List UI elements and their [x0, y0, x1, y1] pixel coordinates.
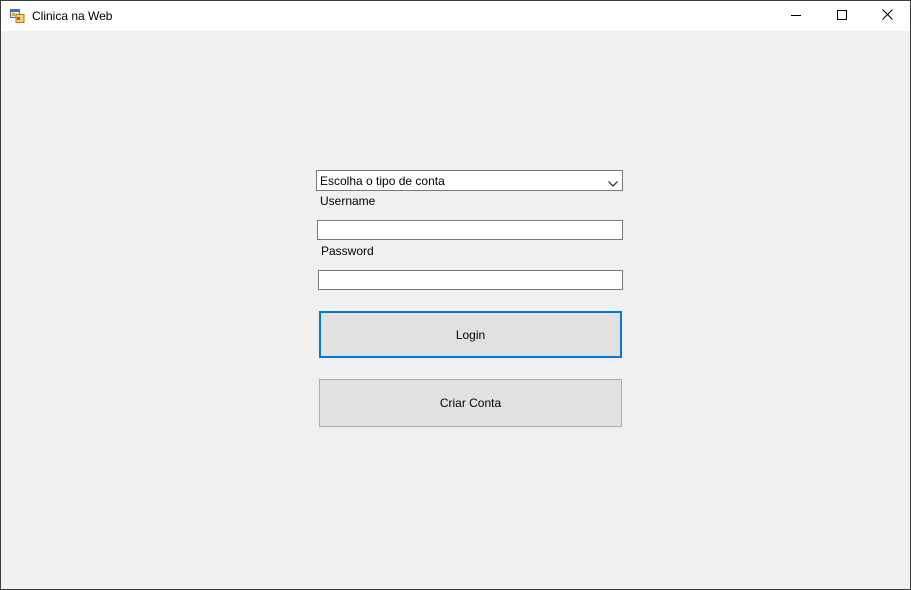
password-input[interactable] — [318, 270, 623, 290]
form-client-area: Escolha o tipo de conta Username Passwor… — [1, 31, 910, 589]
close-icon — [881, 7, 893, 25]
close-button[interactable] — [864, 1, 910, 31]
create-account-button[interactable]: Criar Conta — [319, 379, 622, 427]
username-label: Username — [320, 194, 376, 208]
chevron-down-icon — [607, 176, 619, 187]
login-button[interactable]: Login — [319, 311, 622, 358]
title-bar[interactable]: Clinica na Web — [1, 1, 910, 31]
username-input[interactable] — [317, 220, 623, 240]
login-button-label: Login — [455, 327, 486, 342]
create-account-button-label: Criar Conta — [439, 396, 502, 410]
account-type-dropdown[interactable]: Escolha o tipo de conta — [316, 170, 623, 191]
maximize-button[interactable] — [819, 1, 865, 31]
password-label: Password — [321, 244, 374, 258]
account-type-selected: Escolha o tipo de conta — [320, 174, 445, 188]
maximize-icon — [837, 7, 847, 25]
app-window: Clinica na Web Escolha o tipo de conta U… — [0, 0, 911, 590]
minimize-icon — [791, 7, 801, 25]
window-title: Clinica na Web — [32, 9, 113, 23]
windows-form-icon — [10, 9, 25, 23]
minimize-button[interactable] — [773, 1, 819, 31]
